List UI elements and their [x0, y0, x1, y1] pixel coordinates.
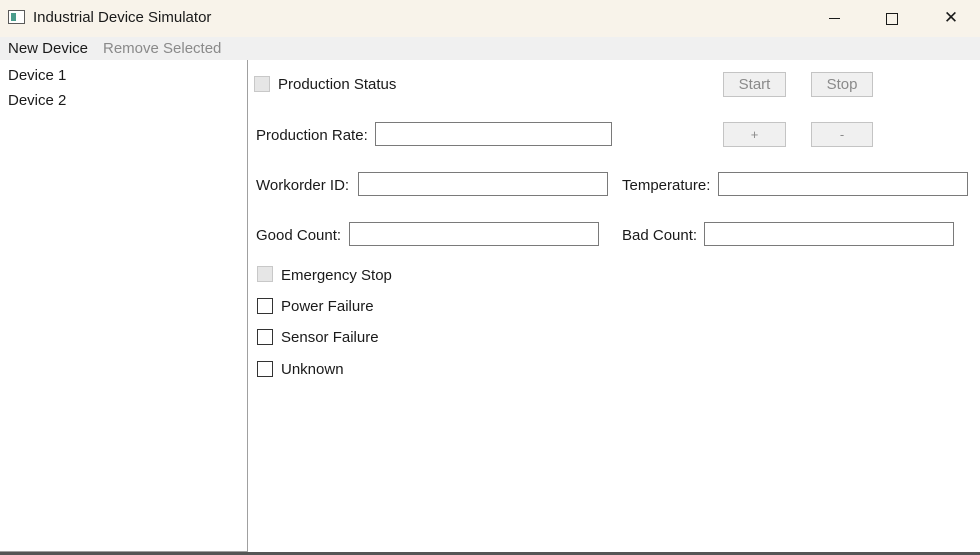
menu-bar: New Device Remove Selected — [0, 37, 980, 60]
workorder-id-input[interactable] — [358, 172, 608, 196]
minimize-button[interactable] — [805, 0, 863, 37]
production-status-label: Production Status — [278, 76, 397, 93]
device-list[interactable]: Device 1 Device 2 — [0, 60, 248, 552]
close-button[interactable]: ✕ — [922, 0, 980, 37]
sensor-failure-label: Sensor Failure — [281, 329, 379, 346]
menu-remove-selected[interactable]: Remove Selected — [103, 40, 221, 57]
workorder-id-label: Workorder ID: — [256, 177, 350, 194]
emergency-stop-checkbox[interactable] — [257, 266, 273, 282]
temperature-input[interactable] — [718, 172, 968, 196]
app-window: Industrial Device Simulator ✕ New Device… — [0, 0, 980, 555]
emergency-stop-label: Emergency Stop — [281, 267, 392, 284]
good-count-input[interactable] — [349, 222, 599, 246]
increase-rate-button[interactable]: + — [723, 122, 786, 147]
production-rate-label: Production Rate: — [256, 127, 368, 144]
unknown-label: Unknown — [281, 361, 344, 378]
production-rate-input[interactable] — [375, 122, 612, 146]
app-window-icon — [8, 10, 25, 24]
unknown-checkbox[interactable] — [257, 361, 273, 377]
start-button[interactable]: Start — [723, 72, 786, 97]
app-icon-pane — [11, 13, 16, 21]
temperature-label: Temperature: — [622, 177, 711, 194]
production-status-checkbox[interactable] — [254, 76, 270, 92]
power-failure-label: Power Failure — [281, 298, 374, 315]
minimize-icon — [828, 18, 840, 19]
power-failure-checkbox[interactable] — [257, 298, 273, 314]
window-title: Industrial Device Simulator — [33, 9, 212, 26]
good-count-label: Good Count: — [256, 227, 342, 244]
maximize-button[interactable] — [863, 0, 921, 37]
stop-button[interactable]: Stop — [811, 72, 873, 97]
device-list-item[interactable]: Device 1 — [8, 67, 66, 84]
menu-new-device[interactable]: New Device — [8, 40, 88, 57]
maximize-icon — [886, 12, 898, 25]
device-list-item[interactable]: Device 2 — [8, 92, 66, 109]
bad-count-input[interactable] — [704, 222, 954, 246]
close-icon: ✕ — [943, 8, 959, 28]
sensor-failure-checkbox[interactable] — [257, 329, 273, 345]
title-bar[interactable]: Industrial Device Simulator ✕ — [0, 0, 980, 37]
decrease-rate-button[interactable]: - — [811, 122, 873, 147]
bad-count-label: Bad Count: — [622, 227, 698, 244]
